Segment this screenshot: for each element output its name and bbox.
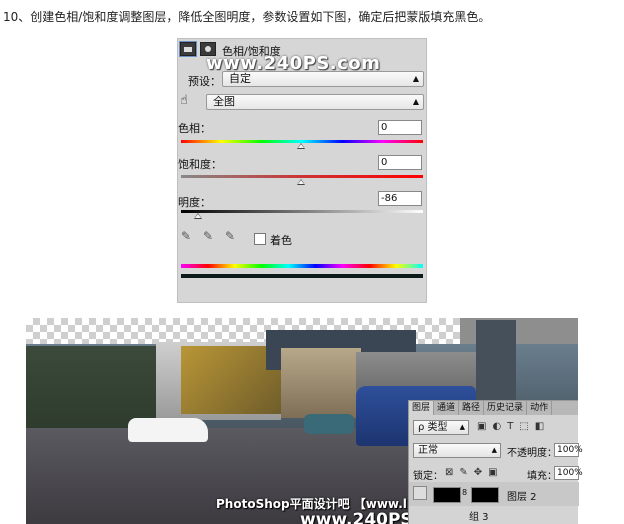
adjustment-icon[interactable]: [179, 41, 197, 57]
preset-label: 预设：: [188, 75, 221, 88]
adjustment-filter-icon[interactable]: ◐: [492, 421, 501, 432]
lightness-slider-thumb[interactable]: [194, 213, 202, 219]
lock-icons: ⊠ ✎ ✥ ▣: [445, 467, 498, 478]
lock-all-icon[interactable]: ▣: [488, 467, 497, 478]
type-filter-icon[interactable]: T: [507, 421, 513, 432]
filter-label: ρ 类型: [418, 422, 448, 433]
shape-filter-icon[interactable]: ⬚: [519, 421, 528, 432]
colorize-label: 着色: [270, 234, 292, 247]
lock-transparent-icon[interactable]: ⊠: [445, 467, 453, 478]
mask-thumbnail[interactable]: [471, 487, 499, 503]
hue-saturation-panel: 色相/饱和度 www.240PS.com 预设： 自定 ▲ ☝ 全图 ▲ 色相：…: [177, 38, 427, 303]
blend-mode-select[interactable]: 正常 ▲: [413, 443, 501, 458]
chevron-updown-icon: ▲: [491, 446, 497, 454]
blend-mode-value: 正常: [418, 445, 438, 456]
layer-filter-select[interactable]: ρ 类型 ▲: [413, 420, 469, 435]
chevron-updown-icon: ▲: [459, 423, 465, 431]
lock-label: 锁定：: [413, 471, 443, 482]
link-icon: 8: [462, 488, 468, 497]
output-color-bar: [181, 274, 423, 278]
saturation-slider-thumb[interactable]: [297, 179, 305, 185]
chevron-updown-icon: ▲: [412, 97, 419, 106]
tab-history[interactable]: 历史记录: [484, 401, 528, 415]
preset-value: 自定: [229, 72, 251, 85]
white-car: [128, 418, 208, 442]
hue-slider-thumb[interactable]: [297, 143, 305, 149]
tab-actions[interactable]: 动作: [527, 401, 553, 415]
layer-name: 图层 2: [507, 492, 537, 503]
input-color-bar: [181, 264, 423, 268]
visibility-toggle[interactable]: [413, 486, 427, 500]
tab-layers[interactable]: 图层: [409, 401, 435, 415]
teal-car: [304, 414, 354, 434]
hand-tool-icon[interactable]: ☝: [180, 93, 188, 108]
tab-paths[interactable]: 路径: [459, 401, 485, 415]
range-value: 全图: [213, 95, 235, 108]
layer-thumbnail: [433, 487, 461, 503]
eyedropper-plus-icon[interactable]: ✎: [203, 229, 217, 243]
smart-filter-icon[interactable]: ◧: [535, 421, 544, 432]
step-instruction: 10、创建色相/饱和度调整图层，降低全图明度，参数设置如下图，确定后把蒙版填充黑…: [3, 10, 491, 24]
lightness-input[interactable]: -86: [378, 191, 422, 206]
layers-panel: 图层 通道 路径 历史记录 动作 ρ 类型 ▲ ▣ ◐ T ⬚ ◧ 正常 ▲ 不…: [408, 400, 583, 524]
layer-row[interactable]: 8 图层 2: [409, 482, 579, 506]
hue-input[interactable]: 0: [378, 120, 422, 135]
layers-tabs: 图层 通道 路径 历史记录 动作: [409, 401, 578, 415]
group-name: 组 3: [469, 512, 489, 523]
fill-label: 填充：: [527, 471, 557, 482]
lock-pixels-icon[interactable]: ✎: [459, 467, 467, 478]
hue-label: 色相：: [178, 122, 211, 135]
preset-select[interactable]: 自定 ▲: [222, 71, 424, 87]
lightness-label: 明度：: [178, 196, 211, 209]
opacity-label: 不透明度：: [507, 448, 557, 459]
eyedropper-minus-icon[interactable]: ✎: [225, 229, 239, 243]
saturation-slider-track[interactable]: [181, 175, 423, 178]
saturation-label: 饱和度：: [178, 158, 222, 171]
range-select[interactable]: 全图 ▲: [206, 94, 424, 110]
saturation-input[interactable]: 0: [378, 155, 422, 170]
lock-position-icon[interactable]: ✥: [474, 467, 482, 478]
chevron-updown-icon: ▲: [412, 74, 419, 83]
eyedropper-icon[interactable]: ✎: [181, 229, 195, 243]
fill-input[interactable]: 100%: [554, 466, 583, 480]
opacity-input[interactable]: 100%: [554, 443, 583, 457]
filter-icons: ▣ ◐ T ⬚ ◧: [477, 421, 544, 432]
image-filter-icon[interactable]: ▣: [477, 421, 486, 432]
eyedropper-group: ✎ ✎ ✎: [181, 229, 239, 243]
lightness-slider-track[interactable]: [181, 210, 423, 213]
tab-channels[interactable]: 通道: [434, 401, 460, 415]
building-tan: [281, 348, 361, 418]
tower-right: [476, 320, 516, 410]
colorize-checkbox[interactable]: [254, 233, 266, 245]
